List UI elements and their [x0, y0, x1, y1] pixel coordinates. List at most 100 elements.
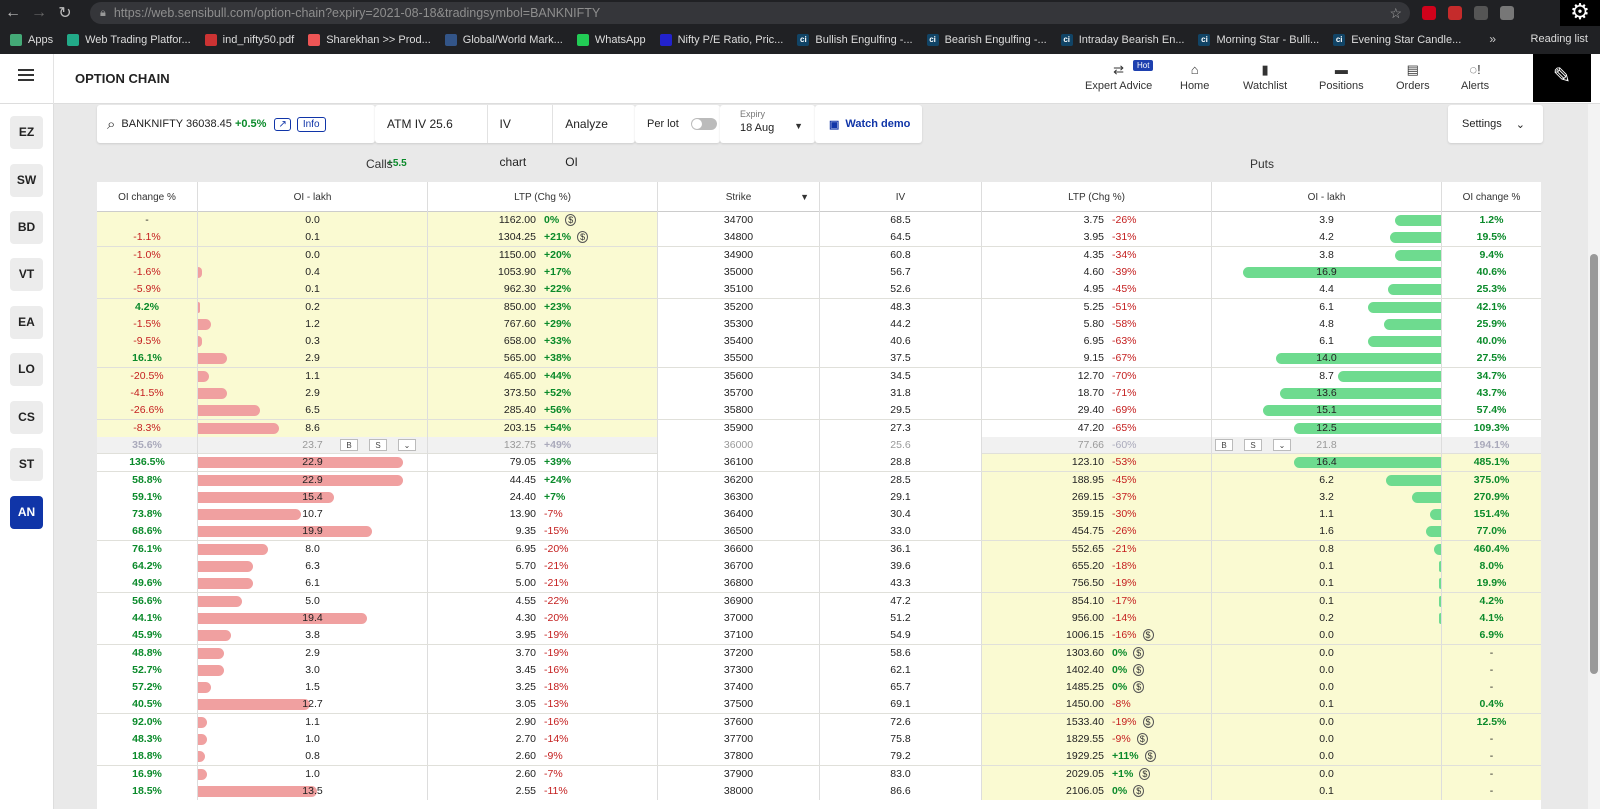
- nav-watchlist[interactable]: ▮ Watchlist: [1243, 62, 1287, 92]
- table-row[interactable]: 52.7% 3.0 3.45 -16% 37300 62.1 1402.40 0% $0.0 -: [97, 661, 1541, 680]
- bookmark-item[interactable]: ci Intraday Bearish En...: [1060, 34, 1184, 46]
- buy-button[interactable]: B: [340, 438, 358, 451]
- per-lot-toggle[interactable]: Per lot: [635, 105, 720, 143]
- more-chevron-icon[interactable]: ⌄: [398, 438, 416, 451]
- table-row[interactable]: 76.1% 8.0 6.95 -20% 36600 36.1 552.65 -21% 0.8 46…: [97, 540, 1541, 559]
- table-row[interactable]: -20.5% 1.1 465.00 +44% 35600 34.5 12.70 -70% 8.7…: [97, 367, 1541, 386]
- puzzle-icon[interactable]: [1500, 6, 1514, 20]
- bookmark-item[interactable]: ci Evening Star Candle...: [1333, 34, 1461, 46]
- per-lot-switch[interactable]: [690, 118, 717, 130]
- bookmark-item[interactable]: ci Bullish Engulfing -...: [797, 34, 913, 46]
- bookmark-item[interactable]: ci Morning Star - Bulli...: [1198, 34, 1319, 46]
- forward-icon[interactable]: →: [26, 4, 52, 22]
- nav-expert-advice[interactable]: ⇄ Expert Advice: [1085, 62, 1152, 92]
- iv-chart-button[interactable]: IV chart: [488, 105, 554, 169]
- table-row[interactable]: 35.6% 23.7 B S ⌄ 132.75 +49% 36000 25.6 77.66 -60%…: [97, 436, 1541, 455]
- sidebar-item-st[interactable]: ST: [10, 448, 43, 481]
- col-put-oi-change[interactable]: OI change %: [1442, 182, 1541, 212]
- settings-dropdown[interactable]: Settings ⌄: [1448, 105, 1543, 143]
- nav-orders[interactable]: ▤ Orders: [1396, 62, 1430, 92]
- watch-demo-button[interactable]: ▣ Watch demo: [815, 105, 922, 143]
- bookmark-item[interactable]: Web Trading Platfor...: [67, 34, 191, 46]
- sidebar-item-an[interactable]: AN: [10, 496, 43, 529]
- bookmark-apps[interactable]: Apps: [10, 34, 53, 46]
- table-row[interactable]: 4.2% 0.2 850.00 +23% 35200 48.3 5.25 -51% 6.1 42.…: [97, 298, 1541, 316]
- feedback-chat-icon[interactable]: ✎: [1533, 54, 1591, 102]
- expiry-select[interactable]: Expiry 18 Aug ▼: [720, 105, 815, 143]
- table-row[interactable]: 40.5% 12.7 3.05 -13% 37500 69.1 1450.00 -8% 0.1 0…: [97, 696, 1541, 714]
- table-row[interactable]: 57.2% 1.5 3.25 -18% 37400 65.7 1485.25 0% $0.0 -: [97, 679, 1541, 697]
- symbol-search[interactable]: ⌕ BANKNIFTY 36038.45 +0.5% ↗ Info: [97, 105, 375, 143]
- bookmark-item[interactable]: ci Bearish Engulfing -...: [926, 34, 1047, 46]
- table-row[interactable]: 48.3% 1.0 2.70 -14% 37700 75.8 1829.55 -9% $0.0 -: [97, 731, 1541, 749]
- devtools-extension-icon[interactable]: [1474, 6, 1488, 20]
- table-row[interactable]: -1.5% 1.2 767.60 +29% 35300 44.2 5.80 -58% 4.8 25…: [97, 315, 1541, 334]
- col-put-ltp[interactable]: LTP (Chg %): [982, 182, 1212, 212]
- table-row[interactable]: 136.5% 22.9 79.05 +39% 36100 28.8 123.10 -53% 16…: [97, 454, 1541, 472]
- col-call-ltp[interactable]: LTP (Chg %): [428, 182, 658, 212]
- table-row[interactable]: 48.8% 2.9 3.70 -19% 37200 58.6 1303.60 0% $0.0 -: [97, 644, 1541, 662]
- sidebar-item-ea[interactable]: EA: [10, 306, 43, 339]
- reading-list[interactable]: Reading list: [1531, 33, 1588, 45]
- nav-alerts[interactable]: ◌! Alerts: [1461, 62, 1489, 92]
- col-strike[interactable]: Strike ▼: [658, 182, 820, 212]
- nav-home[interactable]: ⌂ Home: [1180, 62, 1209, 92]
- sell-button[interactable]: S: [1244, 438, 1262, 451]
- col-iv[interactable]: IV: [820, 182, 982, 212]
- table-row[interactable]: 68.6% 19.9 9.35 -15% 36500 33.0 454.75 -26% 1.6 7…: [97, 523, 1541, 541]
- nav-positions[interactable]: ▬ Positions: [1319, 62, 1364, 92]
- analyze-oi-button[interactable]: Analyze OI: [553, 105, 635, 169]
- more-chevron-icon[interactable]: ⌄: [1273, 438, 1291, 451]
- table-row[interactable]: 49.6% 6.1 5.00 -21% 36800 43.3 756.50 -19% 0.1 19…: [97, 575, 1541, 593]
- table-row[interactable]: 59.1% 15.4 24.40 +7% 36300 29.1 269.15 -37% 3.2 2…: [97, 488, 1541, 507]
- table-row[interactable]: - 0.0 1162.00 0% $34700 68.5 3.75 -26% 3.9 1.2%: [97, 212, 1541, 230]
- sidebar-item-lo[interactable]: LO: [10, 353, 43, 386]
- bookmark-item[interactable]: Nifty P/E Ratio, Pric...: [659, 34, 783, 46]
- sidebar-item-ez[interactable]: EZ: [10, 116, 43, 149]
- table-row[interactable]: 73.8% 10.7 13.90 -7% 36400 30.4 359.15 -30% 1.1 1…: [97, 506, 1541, 524]
- address-bar[interactable]: 🔒︎ https://web.sensibull.com/option-chai…: [90, 2, 1410, 24]
- table-row[interactable]: 92.0% 1.1 2.90 -16% 37600 72.6 1533.40 -19% $0.0…: [97, 713, 1541, 732]
- table-row[interactable]: -9.5% 0.3 658.00 +33% 35400 40.6 6.95 -63% 6.1 40…: [97, 333, 1541, 351]
- bookmark-item[interactable]: ind_nifty50.pdf: [204, 34, 294, 46]
- table-row[interactable]: 16.9% 1.0 2.60 -7% 37900 83.0 2029.05 +1% $0.0 -: [97, 765, 1541, 783]
- table-row[interactable]: 44.1% 19.4 4.30 -20% 37000 51.2 956.00 -14% 0.2 4…: [97, 609, 1541, 628]
- bookmarks-overflow[interactable]: »: [1489, 32, 1496, 46]
- table-row[interactable]: 64.2% 6.3 5.70 -21% 36700 39.6 655.20 -18% 0.1 8.…: [97, 558, 1541, 576]
- table-row[interactable]: -1.1% 0.1 1304.25 +21% $34800 64.5 3.95 -31% 4.2…: [97, 229, 1541, 247]
- table-row[interactable]: 58.8% 22.9 44.45 +24% 36200 28.5 188.95 -45% 6.2…: [97, 471, 1541, 489]
- gear-icon[interactable]: ⚙: [1560, 0, 1600, 26]
- sell-button[interactable]: S: [369, 438, 387, 451]
- sidebar-item-cs[interactable]: CS: [10, 401, 43, 434]
- bookmark-star-icon[interactable]: ☆: [1389, 5, 1402, 22]
- table-row[interactable]: 18.5% 13.5 2.55 -11% 38000 86.6 2106.05 0% $0.1 -: [97, 782, 1541, 801]
- table-row[interactable]: -5.9% 0.1 962.30 +22% 35100 52.6 4.95 -45% 4.4 25…: [97, 281, 1541, 299]
- buy-button[interactable]: B: [1215, 438, 1233, 451]
- menu-icon[interactable]: [18, 69, 34, 81]
- reload-icon[interactable]: ↻: [52, 3, 78, 23]
- table-row[interactable]: -8.3% 8.6 203.15 +54% 35900 27.3 47.20 -65% 12.5…: [97, 419, 1541, 437]
- col-call-oi[interactable]: OI - lakh: [198, 182, 428, 212]
- info-button[interactable]: Info: [296, 116, 326, 132]
- col-call-oi-change[interactable]: OI change %: [97, 182, 198, 212]
- bookmark-item[interactable]: Sharekhan >> Prod...: [308, 34, 431, 46]
- back-icon[interactable]: ←: [0, 4, 26, 22]
- extension-icon[interactable]: [1422, 6, 1436, 20]
- col-put-oi[interactable]: OI - lakh: [1212, 182, 1442, 212]
- adblock-icon[interactable]: [1448, 6, 1462, 20]
- chart-trend-icon[interactable]: ↗: [274, 117, 291, 131]
- table-row[interactable]: 56.6% 5.0 4.55 -22% 36900 47.2 854.10 -17% 0.1 4.…: [97, 592, 1541, 610]
- sidebar-item-bd[interactable]: BD: [10, 211, 43, 244]
- sidebar-item-sw[interactable]: SW: [10, 164, 43, 197]
- page-scrollbar[interactable]: [1588, 104, 1600, 809]
- scrollbar-thumb[interactable]: [1590, 254, 1598, 674]
- bookmark-item[interactable]: Global/World Mark...: [444, 34, 563, 46]
- bookmark-item[interactable]: WhatsApp: [576, 34, 646, 46]
- table-row[interactable]: -41.5% 2.9 373.50 +52% 35700 31.8 18.70 -71% 13.…: [97, 385, 1541, 403]
- table-row[interactable]: 18.8% 0.8 2.60 -9% 37800 79.2 1929.25 +11% $0.0 -: [97, 748, 1541, 766]
- table-row[interactable]: -26.6% 6.5 285.40 +56% 35800 29.5 29.40 -69% 15.…: [97, 402, 1541, 420]
- table-row[interactable]: 45.9% 3.8 3.95 -19% 37100 54.9 1006.15 -16% $0.0…: [97, 627, 1541, 645]
- sort-down-icon[interactable]: ▼: [800, 192, 809, 203]
- table-row[interactable]: -1.6% 0.4 1053.90 +17% 35000 56.7 4.60 -39% 16.9…: [97, 263, 1541, 282]
- table-row[interactable]: -1.0% 0.0 1150.00 +20% 34900 60.8 4.35 -34% 3.8 9…: [97, 246, 1541, 264]
